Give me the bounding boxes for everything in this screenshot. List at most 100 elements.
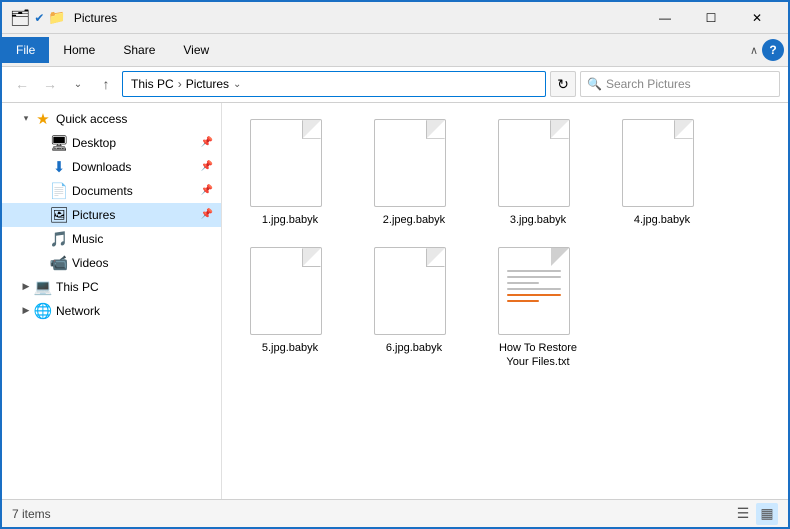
recent-locations-button[interactable]: ⌄ xyxy=(66,72,90,96)
doc-icon-5 xyxy=(250,247,322,335)
star-icon: ★ xyxy=(34,110,52,128)
expand-arrow-videos xyxy=(34,255,50,271)
sidebar-item-downloads[interactable]: ⬇ Downloads 📌 xyxy=(2,155,221,179)
txt-line-5 xyxy=(507,294,561,296)
expand-arrow-icon: ▾ xyxy=(18,111,34,127)
tab-home[interactable]: Home xyxy=(49,37,109,63)
expand-arrow-documents xyxy=(34,183,50,199)
sidebar-label-this-pc: This PC xyxy=(56,280,213,294)
pin-icon-downloads: 📌 xyxy=(201,161,213,172)
doc-icon-2 xyxy=(374,119,446,207)
music-icon: 🎵 xyxy=(50,230,68,248)
sidebar-item-this-pc[interactable]: ▶ 💻 This PC xyxy=(2,275,221,299)
file-label-5: 5.jpg.babyk xyxy=(262,341,318,355)
up-button[interactable]: ↑ xyxy=(94,72,118,96)
search-icon: 🔍 xyxy=(587,77,602,91)
close-button[interactable]: ✕ xyxy=(734,2,780,34)
maximize-button[interactable]: ☐ xyxy=(688,2,734,34)
search-box[interactable]: 🔍 Search Pictures xyxy=(580,71,780,97)
desktop-icon: 🖥 xyxy=(50,134,68,152)
list-view-button[interactable]: ☰ xyxy=(732,503,754,525)
expand-arrow-music xyxy=(34,231,50,247)
sidebar-label-quick-access: Quick access xyxy=(56,112,213,126)
file-item-2[interactable]: 2.jpeg.babyk xyxy=(354,111,474,235)
window-title: Pictures xyxy=(74,11,642,25)
sidebar-item-videos[interactable]: 📹 Videos xyxy=(2,251,221,275)
file-item-3[interactable]: 3.jpg.babyk xyxy=(478,111,598,235)
sidebar-label-downloads: Downloads xyxy=(72,160,197,174)
sidebar-label-documents: Documents xyxy=(72,184,197,198)
file-icon-wrapper-7 xyxy=(498,247,578,337)
sidebar-item-music[interactable]: 🎵 Music xyxy=(2,227,221,251)
expand-arrow-desktop xyxy=(34,135,50,151)
this-pc-icon: 💻 xyxy=(34,278,52,296)
file-label-4: 4.jpg.babyk xyxy=(634,213,690,227)
status-bar: 7 items ☰ ▦ xyxy=(2,499,788,527)
sidebar-item-desktop[interactable]: 🖥 Desktop 📌 xyxy=(2,131,221,155)
forward-button[interactable]: → xyxy=(38,72,62,96)
file-label-3: 3.jpg.babyk xyxy=(510,213,566,227)
pin-icon-pictures: 📌 xyxy=(201,209,213,220)
file-item-1[interactable]: 1.jpg.babyk xyxy=(230,111,350,235)
check-icon: ✔ xyxy=(34,11,44,25)
address-path[interactable]: This PC › Pictures ⌄ xyxy=(122,71,546,97)
grid-view-button[interactable]: ▦ xyxy=(756,503,778,525)
refresh-button[interactable]: ↻ xyxy=(550,71,576,97)
sidebar-item-pictures[interactable]: 🖼 Pictures 📌 xyxy=(2,203,221,227)
tab-share[interactable]: Share xyxy=(109,37,169,63)
ribbon: File Home Share View ∧ ? xyxy=(2,34,788,67)
pictures-icon: 🖼 xyxy=(50,206,68,224)
sidebar-label-videos: Videos xyxy=(72,256,213,270)
file-icon-wrapper-1 xyxy=(250,119,330,209)
expand-arrow-pictures xyxy=(34,207,50,223)
search-placeholder: Search Pictures xyxy=(606,77,691,91)
sidebar-label-network: Network xyxy=(56,304,213,318)
file-icon-wrapper-5 xyxy=(250,247,330,337)
sidebar-item-quick-access[interactable]: ▾ ★ Quick access xyxy=(2,107,221,131)
minimize-button[interactable]: — xyxy=(642,2,688,34)
file-icon-wrapper-3 xyxy=(498,119,578,209)
sidebar-label-pictures: Pictures xyxy=(72,208,197,222)
ribbon-chevron-icon[interactable]: ∧ xyxy=(750,44,758,57)
file-label-2: 2.jpeg.babyk xyxy=(383,213,445,227)
file-item-5[interactable]: 5.jpg.babyk xyxy=(230,239,350,378)
tab-view[interactable]: View xyxy=(169,37,223,63)
address-bar: ← → ⌄ ↑ This PC › Pictures ⌄ ↻ 🔍 Search … xyxy=(2,67,788,103)
view-icons: ☰ ▦ xyxy=(732,503,778,525)
path-separator: › xyxy=(178,77,182,91)
network-icon: 🌐 xyxy=(34,302,52,320)
expand-arrow-downloads xyxy=(34,159,50,175)
small-folder-icon: 📁 xyxy=(48,9,65,26)
file-icon-wrapper-2 xyxy=(374,119,454,209)
txt-line-6 xyxy=(507,300,539,302)
documents-icon: 📄 xyxy=(50,182,68,200)
path-dropdown-icon: ⌄ xyxy=(233,79,241,90)
file-item-4[interactable]: 4.jpg.babyk xyxy=(602,111,722,235)
sidebar-label-music: Music xyxy=(72,232,213,246)
doc-icon-6 xyxy=(374,247,446,335)
file-area: 1.jpg.babyk 2.jpeg.babyk 3.jpg.babyk xyxy=(222,103,788,500)
help-button[interactable]: ? xyxy=(762,39,784,61)
file-label-6: 6.jpg.babyk xyxy=(386,341,442,355)
file-item-6[interactable]: 6.jpg.babyk xyxy=(354,239,474,378)
file-item-7[interactable]: How To RestoreYour Files.txt xyxy=(478,239,598,378)
txt-line-3 xyxy=(507,282,539,284)
tab-file[interactable]: File xyxy=(2,37,49,63)
item-count: 7 items xyxy=(12,507,51,521)
sidebar-label-desktop: Desktop xyxy=(72,136,197,150)
txt-line-2 xyxy=(507,276,561,278)
txt-lines xyxy=(507,270,561,306)
txt-line-1 xyxy=(507,270,561,272)
expand-arrow-network: ▶ xyxy=(18,303,34,319)
back-button[interactable]: ← xyxy=(10,72,34,96)
sidebar-item-network[interactable]: ▶ 🌐 Network xyxy=(2,299,221,323)
folder-icon: 🗂 xyxy=(10,8,30,28)
main-area: ▾ ★ Quick access 🖥 Desktop 📌 ⬇ Downloads… xyxy=(2,103,788,500)
txt-icon-7 xyxy=(498,247,570,335)
file-icon-wrapper-4 xyxy=(622,119,702,209)
txt-line-4 xyxy=(507,288,561,290)
sidebar-item-documents[interactable]: 📄 Documents 📌 xyxy=(2,179,221,203)
pin-icon: 📌 xyxy=(201,137,213,148)
sidebar: ▾ ★ Quick access 🖥 Desktop 📌 ⬇ Downloads… xyxy=(2,103,222,500)
window-controls: — ☐ ✕ xyxy=(642,2,780,34)
